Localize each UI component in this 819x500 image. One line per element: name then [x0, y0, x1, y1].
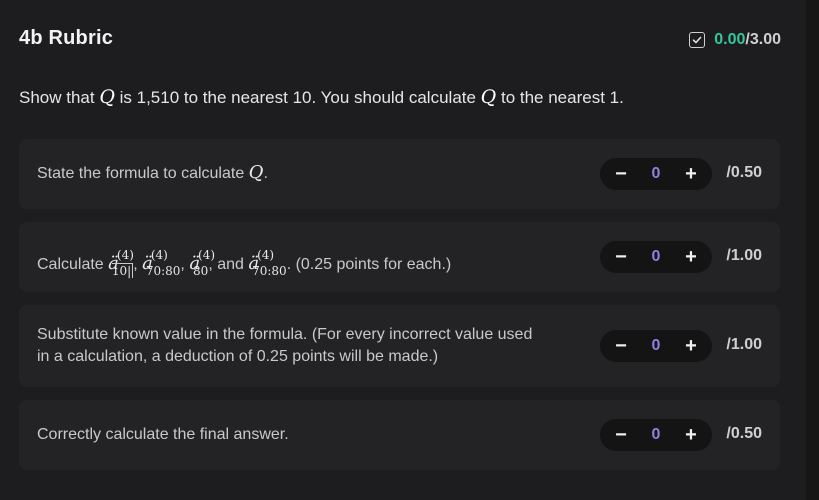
criterion-text: Correctly calculate the final answer.	[37, 426, 289, 443]
rubric-item: State the formula to calculate Q. − 0 + …	[19, 139, 780, 209]
criterion-text: State the formula to calculate Q.	[37, 162, 268, 185]
criterion-score[interactable]: 0	[652, 337, 661, 355]
criterion-score[interactable]: 0	[652, 426, 661, 444]
criterion-max: /1.00	[726, 247, 762, 264]
decrement-button[interactable]: −	[614, 163, 628, 186]
criterion-label: . (0.25 points for each.)	[286, 256, 452, 273]
prompt-text: Show that	[19, 88, 100, 107]
criterion-label: in a calculation, a deduction of 0.25 po…	[37, 348, 439, 365]
increment-button[interactable]: +	[684, 424, 698, 447]
scrollbar-track[interactable]	[806, 0, 819, 500]
increment-button[interactable]: +	[684, 163, 698, 186]
prompt-text: is 1,510 to the nearest 10. You should c…	[114, 88, 481, 107]
decrement-button[interactable]: −	[614, 424, 628, 447]
rubric-item: Substitute known value in the formula. (…	[19, 305, 780, 387]
annuity-symbol: ä(4)10|	[108, 248, 134, 278]
score-stepper: − 0 +	[600, 330, 712, 362]
criterion-max: /1.00	[726, 336, 762, 353]
increment-button[interactable]: +	[684, 335, 698, 358]
criterion-text: Substitute known value in the formula. (…	[37, 324, 532, 368]
annuity-symbol: ä(4)80	[189, 248, 216, 278]
rubric-item: Correctly calculate the final answer. − …	[19, 400, 780, 470]
question-prompt: Show that Q is 1,510 to the nearest 10. …	[19, 86, 624, 108]
math-variable-q: Q	[99, 86, 115, 108]
criterion-score[interactable]: 0	[652, 165, 661, 183]
annuity-symbol: ä(4)70:80	[248, 248, 287, 278]
math-variable-q: Q	[480, 86, 497, 108]
criterion-max: /0.50	[726, 164, 762, 181]
criterion-label: Substitute known value in the formula. (…	[37, 326, 533, 343]
rubric-header: 4b Rubric 0.00 /3.00	[19, 27, 781, 53]
prompt-text: to the nearest 1.	[496, 88, 624, 107]
score-stepper: − 0 +	[600, 419, 712, 451]
criterion-label: Calculate	[37, 256, 109, 273]
criterion-max: /0.50	[726, 425, 762, 442]
rubric-title: 4b Rubric	[19, 27, 114, 49]
score-max: /3.00	[745, 31, 781, 48]
separator: ,	[133, 256, 143, 273]
increment-button[interactable]: +	[684, 246, 698, 269]
math-variable-q: Q	[248, 162, 264, 183]
criterion-score[interactable]: 0	[652, 248, 661, 266]
checkbox-check-icon[interactable]	[689, 32, 706, 48]
score-value: 0.00	[714, 31, 746, 48]
criterion-text: Calculate ä(4)10|, ä(4)70:80, ä(4)80, an…	[37, 244, 451, 282]
criterion-label: .	[263, 165, 268, 182]
criterion-label: State the formula to calculate	[37, 165, 249, 182]
separator: ,	[180, 256, 190, 273]
total-score: 0.00 /3.00	[689, 29, 781, 51]
separator: , and	[208, 256, 249, 273]
decrement-button[interactable]: −	[614, 246, 628, 269]
annuity-symbol: ä(4)70:80	[142, 248, 181, 278]
score-stepper: − 0 +	[600, 241, 712, 273]
rubric-panel: 4b Rubric 0.00 /3.00 Show that Q is 1,51…	[0, 0, 806, 500]
decrement-button[interactable]: −	[614, 335, 628, 358]
score-stepper: − 0 +	[600, 158, 712, 190]
rubric-item: Calculate ä(4)10|, ä(4)70:80, ä(4)80, an…	[19, 222, 780, 292]
